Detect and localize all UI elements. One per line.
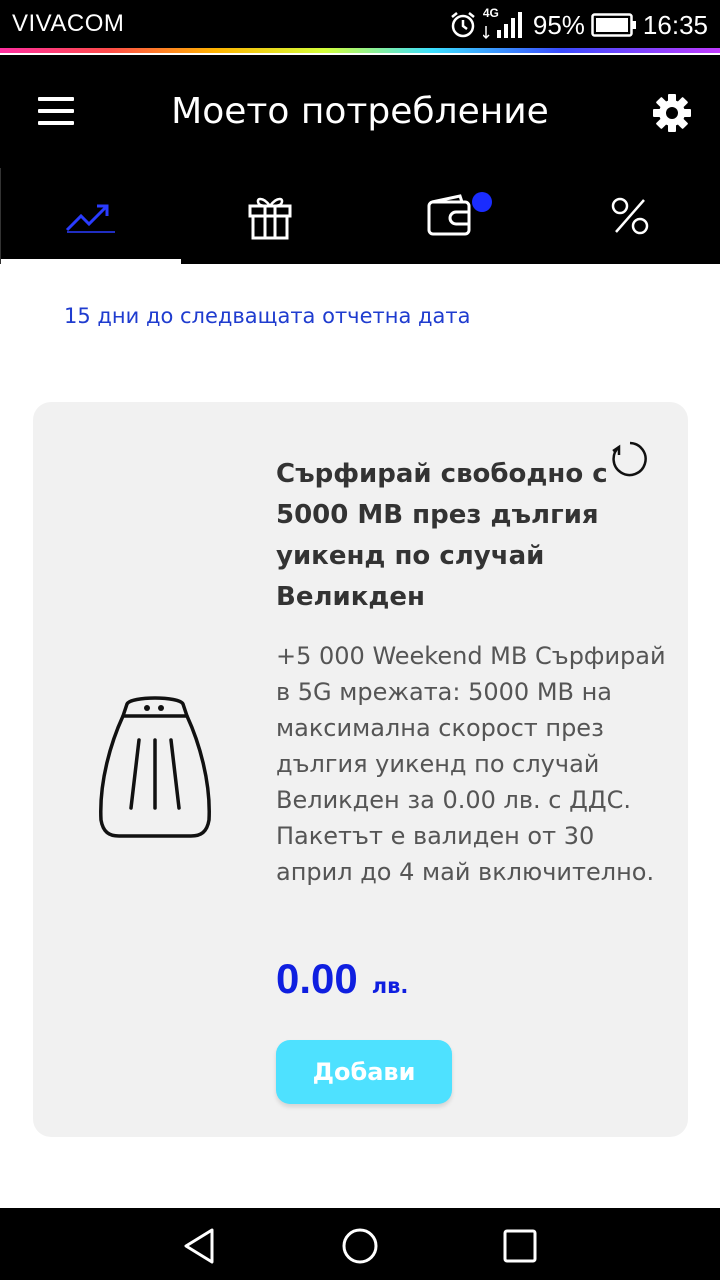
tab-bar	[0, 168, 720, 264]
billing-cycle-note: 15 дни до следващата отчетна дата	[64, 304, 471, 328]
clock: 16:35	[642, 9, 708, 40]
carrier-name: VIVACOM	[12, 10, 125, 37]
trending-up-icon	[65, 204, 115, 233]
gear-icon[interactable]	[652, 93, 692, 133]
gift-icon	[248, 197, 292, 240]
status-bar: VIVACOM 4G 95% 16:35	[0, 0, 720, 50]
system-nav-bar	[0, 1208, 720, 1280]
battery-percent: 95%	[532, 9, 585, 40]
back-icon[interactable]	[180, 1226, 220, 1266]
offer-price: 0.00 лв.	[276, 955, 408, 1003]
tab-usage[interactable]	[0, 168, 181, 264]
signal-icon	[482, 12, 522, 40]
tab-gifts[interactable]	[180, 168, 360, 264]
screen: VIVACOM 4G 95% 16:35 Моето потребление 1…	[0, 0, 720, 1280]
wallet-icon	[427, 194, 471, 236]
app-header: Моето потребление	[0, 55, 720, 168]
notification-badge	[472, 192, 492, 212]
alarm-icon	[451, 12, 475, 38]
offer-title: Сърфирай свободно с 5000 MB през дългия …	[276, 459, 608, 612]
tab-wallet[interactable]	[360, 168, 540, 264]
home-icon[interactable]	[340, 1226, 380, 1266]
page-title: Моето потребление	[171, 91, 549, 132]
signal-indicator: 4G	[482, 6, 527, 40]
offer-description: +5 000 Weekend MB Сърфирай в 5G мрежата:…	[276, 642, 666, 886]
salt-shaker-icon	[99, 696, 211, 838]
price-currency: лв.	[371, 974, 409, 998]
add-offer-button[interactable]: Добави	[276, 1040, 452, 1104]
brand-gradient-line	[0, 48, 720, 53]
percent-icon	[611, 197, 649, 235]
battery-icon	[591, 13, 636, 37]
price-amount: 0.00	[276, 955, 358, 1002]
status-icons: 4G 95% 16:35	[449, 6, 708, 42]
offer-card: Сърфирай свободно с 5000 MB през дългия …	[33, 402, 688, 1137]
tab-discounts[interactable]	[540, 168, 720, 264]
recents-icon[interactable]	[500, 1226, 540, 1266]
